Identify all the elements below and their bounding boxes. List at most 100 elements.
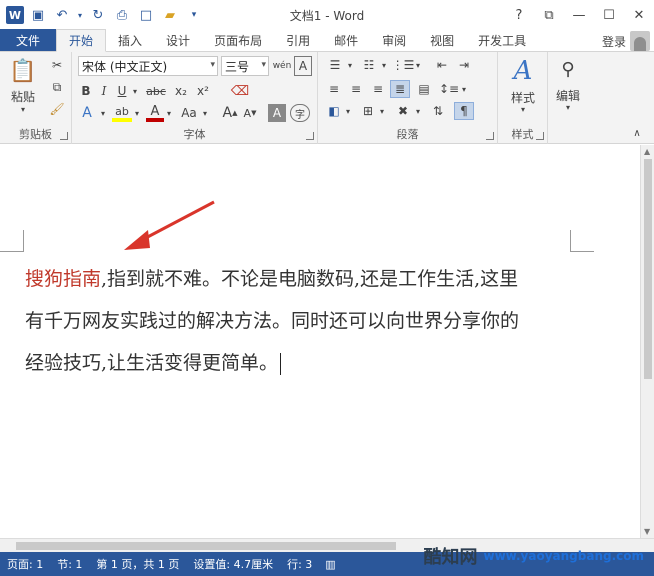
tab-developer[interactable]: 开发工具	[466, 29, 538, 51]
line-spacing-icon[interactable]: ↕≡	[438, 80, 460, 98]
font-size-select[interactable]: 三号 ▾	[221, 56, 269, 76]
bullets-dropdown-icon[interactable]: ▾	[346, 56, 354, 74]
scroll-down-icon[interactable]: ▼	[644, 527, 650, 536]
styles-icon[interactable]: A	[506, 56, 540, 86]
underline-button[interactable]: U	[114, 82, 130, 100]
strikethrough-button[interactable]: abc	[144, 82, 168, 100]
phonetic-guide-button[interactable]: wén	[272, 56, 292, 76]
bullets-icon[interactable]: ☰	[324, 56, 346, 74]
undo-icon[interactable]: ↶	[52, 5, 72, 25]
text-effects-dropdown-icon[interactable]: ▾	[98, 104, 108, 122]
chinese-layout-dropdown-icon[interactable]: ▾	[414, 102, 422, 120]
print-preview-icon[interactable]: ⎙	[112, 5, 132, 25]
editing-dropdown-icon[interactable]: ▾	[563, 102, 573, 112]
borders-icon[interactable]: ⊞	[358, 102, 378, 120]
grow-font-button[interactable]: A ▲	[222, 104, 238, 122]
read-mode-icon[interactable]: ▥	[325, 558, 335, 571]
highlight-color-icon[interactable]: ab	[112, 104, 132, 122]
signin-area[interactable]: 登录	[602, 31, 654, 51]
paste-icon[interactable]: 📋	[8, 58, 38, 84]
status-section[interactable]: 节: 1	[50, 556, 89, 572]
tab-mailings[interactable]: 邮件	[322, 29, 370, 51]
clipboard-launcher-icon[interactable]	[60, 132, 68, 140]
tab-design[interactable]: 设计	[154, 29, 202, 51]
sort-icon[interactable]: ⇅	[428, 102, 448, 120]
vertical-scrollbar[interactable]: ▲ ▼	[640, 145, 654, 538]
multilevel-list-icon[interactable]: ⋮☰	[392, 56, 415, 74]
tab-review[interactable]: 审阅	[370, 29, 418, 51]
tab-view[interactable]: 视图	[418, 29, 466, 51]
tab-file[interactable]: 文件	[0, 29, 57, 51]
bold-button[interactable]: B	[78, 82, 94, 100]
tab-page-layout[interactable]: 页面布局	[202, 29, 274, 51]
align-center-icon[interactable]: ≡	[346, 80, 366, 98]
chinese-layout-icon[interactable]: ✖	[392, 102, 414, 120]
binoculars-icon[interactable]: ⚲	[554, 56, 582, 82]
numbering-icon[interactable]: ☷	[358, 56, 380, 74]
undo-dropdown-icon[interactable]: ▾	[76, 5, 84, 25]
status-page[interactable]: 页面: 1	[0, 556, 50, 572]
status-pages[interactable]: 第 1 页，共 1 页	[89, 556, 186, 572]
font-launcher-icon[interactable]	[306, 132, 314, 140]
tab-home[interactable]: 开始	[56, 29, 107, 52]
cut-icon[interactable]: ✂	[48, 56, 66, 74]
enclose-characters-button[interactable]: 字	[290, 104, 310, 122]
shading-dropdown-icon[interactable]: ▾	[344, 102, 352, 120]
paste-dropdown-icon[interactable]: ▾	[18, 104, 28, 114]
redo-icon[interactable]: ↻	[88, 5, 108, 25]
document-paragraph[interactable]: 搜狗指南,指到就不难。不论是电脑数码,还是工作生活,这里 有千万网友实践过的解决…	[25, 258, 585, 384]
styles-button[interactable]: 样式	[500, 90, 546, 105]
italic-button[interactable]: I	[96, 82, 112, 100]
editing-button[interactable]: 编辑	[548, 88, 588, 103]
underline-dropdown-icon[interactable]: ▾	[130, 82, 140, 100]
superscript-button[interactable]: x²	[194, 82, 212, 100]
font-color-icon[interactable]: A	[146, 104, 164, 122]
line-spacing-dropdown-icon[interactable]: ▾	[460, 80, 468, 98]
new-doc-icon[interactable]: □	[136, 5, 156, 25]
signin-link[interactable]: 登录	[602, 33, 626, 50]
paste-button[interactable]: 粘贴	[4, 88, 42, 104]
align-left-icon[interactable]: ≡	[324, 80, 344, 98]
ribbon-display-button[interactable]: ⧉	[534, 0, 564, 30]
open-folder-icon[interactable]: ▰	[160, 5, 180, 25]
status-line[interactable]: 行: 3	[280, 556, 319, 572]
shrink-font-button[interactable]: A ▼	[242, 104, 258, 122]
distributed-icon[interactable]: ▤	[414, 80, 434, 98]
font-name-select[interactable]: 宋体 (中文正文) ▾	[78, 56, 218, 76]
align-right-icon[interactable]: ≡	[368, 80, 388, 98]
horizontal-scroll-thumb[interactable]	[16, 542, 396, 550]
borders-dropdown-icon[interactable]: ▾	[378, 102, 386, 120]
text-effects-icon[interactable]: A	[78, 104, 96, 122]
numbering-dropdown-icon[interactable]: ▾	[380, 56, 388, 74]
status-position[interactable]: 设置值: 4.7厘米	[186, 556, 280, 572]
tab-insert[interactable]: 插入	[106, 29, 154, 51]
change-case-dropdown-icon[interactable]: ▾	[200, 104, 210, 122]
save-icon[interactable]: ▣	[28, 5, 48, 25]
increase-indent-icon[interactable]: ⇥	[454, 56, 474, 74]
tab-references[interactable]: 引用	[274, 29, 322, 51]
font-color-dropdown-icon[interactable]: ▾	[164, 104, 174, 122]
help-button[interactable]: ?	[504, 0, 534, 30]
change-case-button[interactable]: Aa	[178, 104, 200, 122]
scroll-up-icon[interactable]: ▲	[644, 147, 650, 156]
avatar[interactable]	[630, 31, 650, 51]
multilevel-dropdown-icon[interactable]: ▾	[414, 56, 422, 74]
clear-format-button[interactable]: A	[294, 56, 312, 76]
styles-launcher-icon[interactable]	[536, 132, 544, 140]
styles-dropdown-icon[interactable]: ▾	[518, 104, 528, 114]
vertical-scroll-thumb[interactable]	[644, 159, 652, 379]
maximize-button[interactable]: ☐	[594, 0, 624, 30]
character-shading-button[interactable]: A	[268, 104, 286, 122]
copy-icon[interactable]: ⧉	[48, 78, 66, 96]
collapse-ribbon-icon[interactable]: ∧	[628, 126, 646, 140]
minimize-button[interactable]: —	[564, 0, 594, 30]
customize-qat-icon[interactable]: ▾	[184, 5, 204, 25]
subscript-button[interactable]: x₂	[172, 82, 190, 100]
close-button[interactable]: ✕	[624, 0, 654, 30]
shading-icon[interactable]: ◧	[324, 102, 344, 120]
justify-icon[interactable]: ≣	[390, 80, 410, 98]
format-painter-icon[interactable]: 🖌	[48, 100, 66, 118]
decrease-indent-icon[interactable]: ⇤	[432, 56, 452, 74]
show-formatting-marks-icon[interactable]: ¶	[454, 102, 474, 120]
clear-formatting-eraser-icon[interactable]: ⌫	[230, 82, 250, 100]
